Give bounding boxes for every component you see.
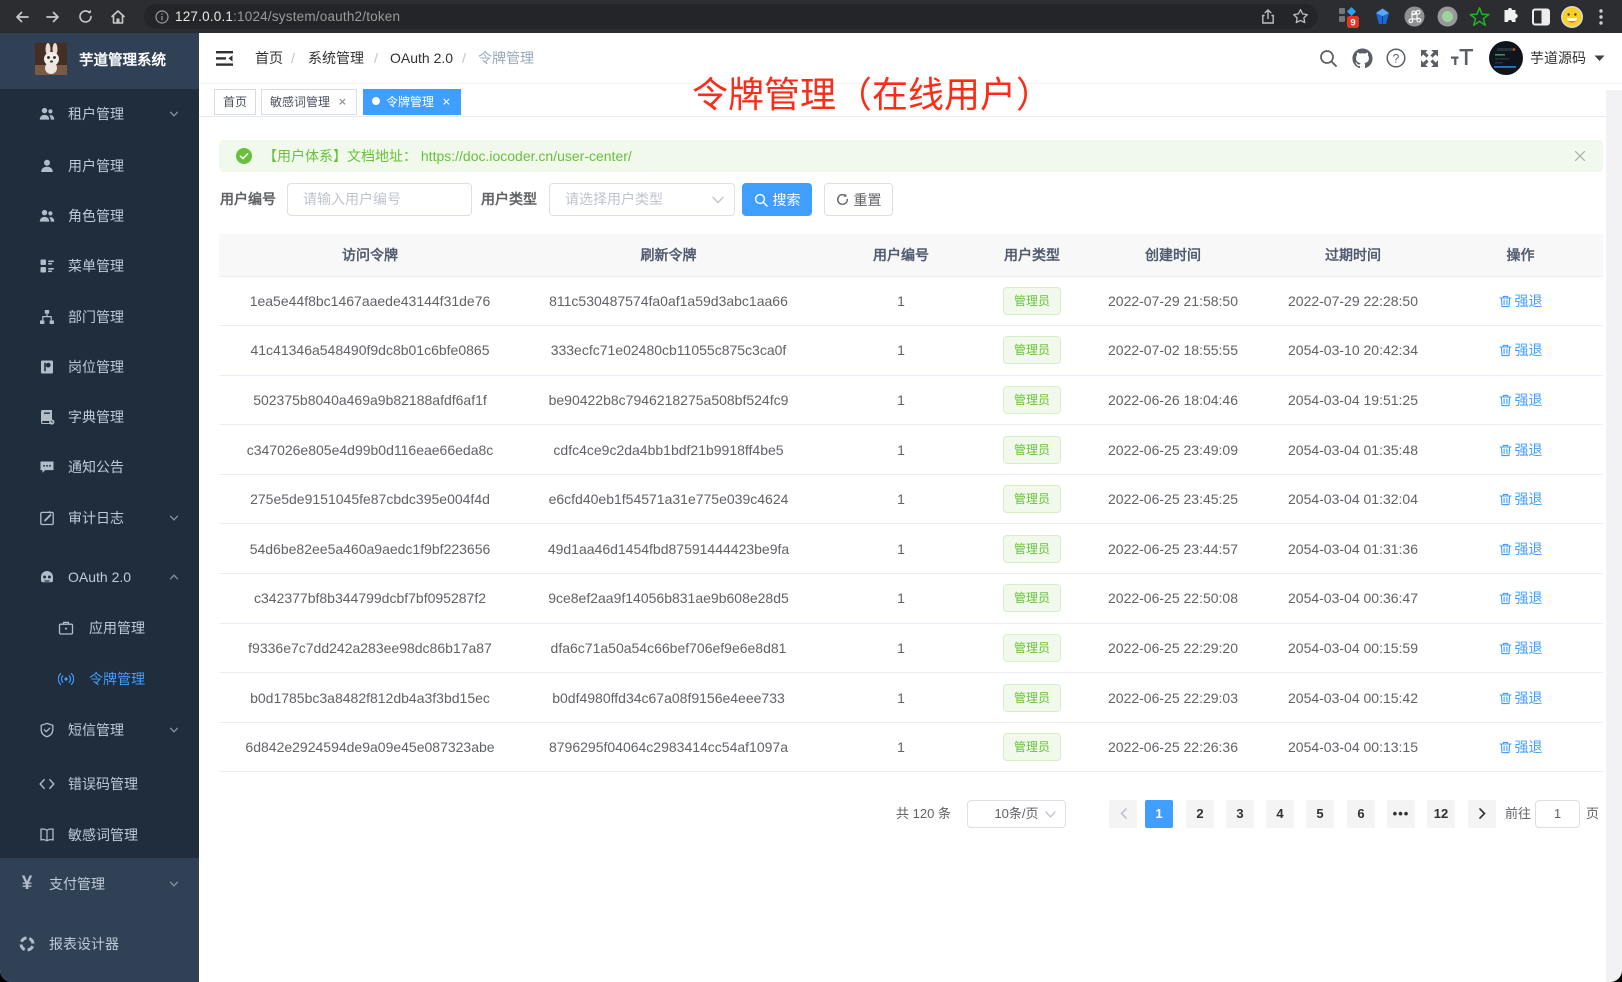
svg-text:?: ? — [1393, 51, 1400, 65]
svg-text:9: 9 — [1350, 17, 1355, 28]
